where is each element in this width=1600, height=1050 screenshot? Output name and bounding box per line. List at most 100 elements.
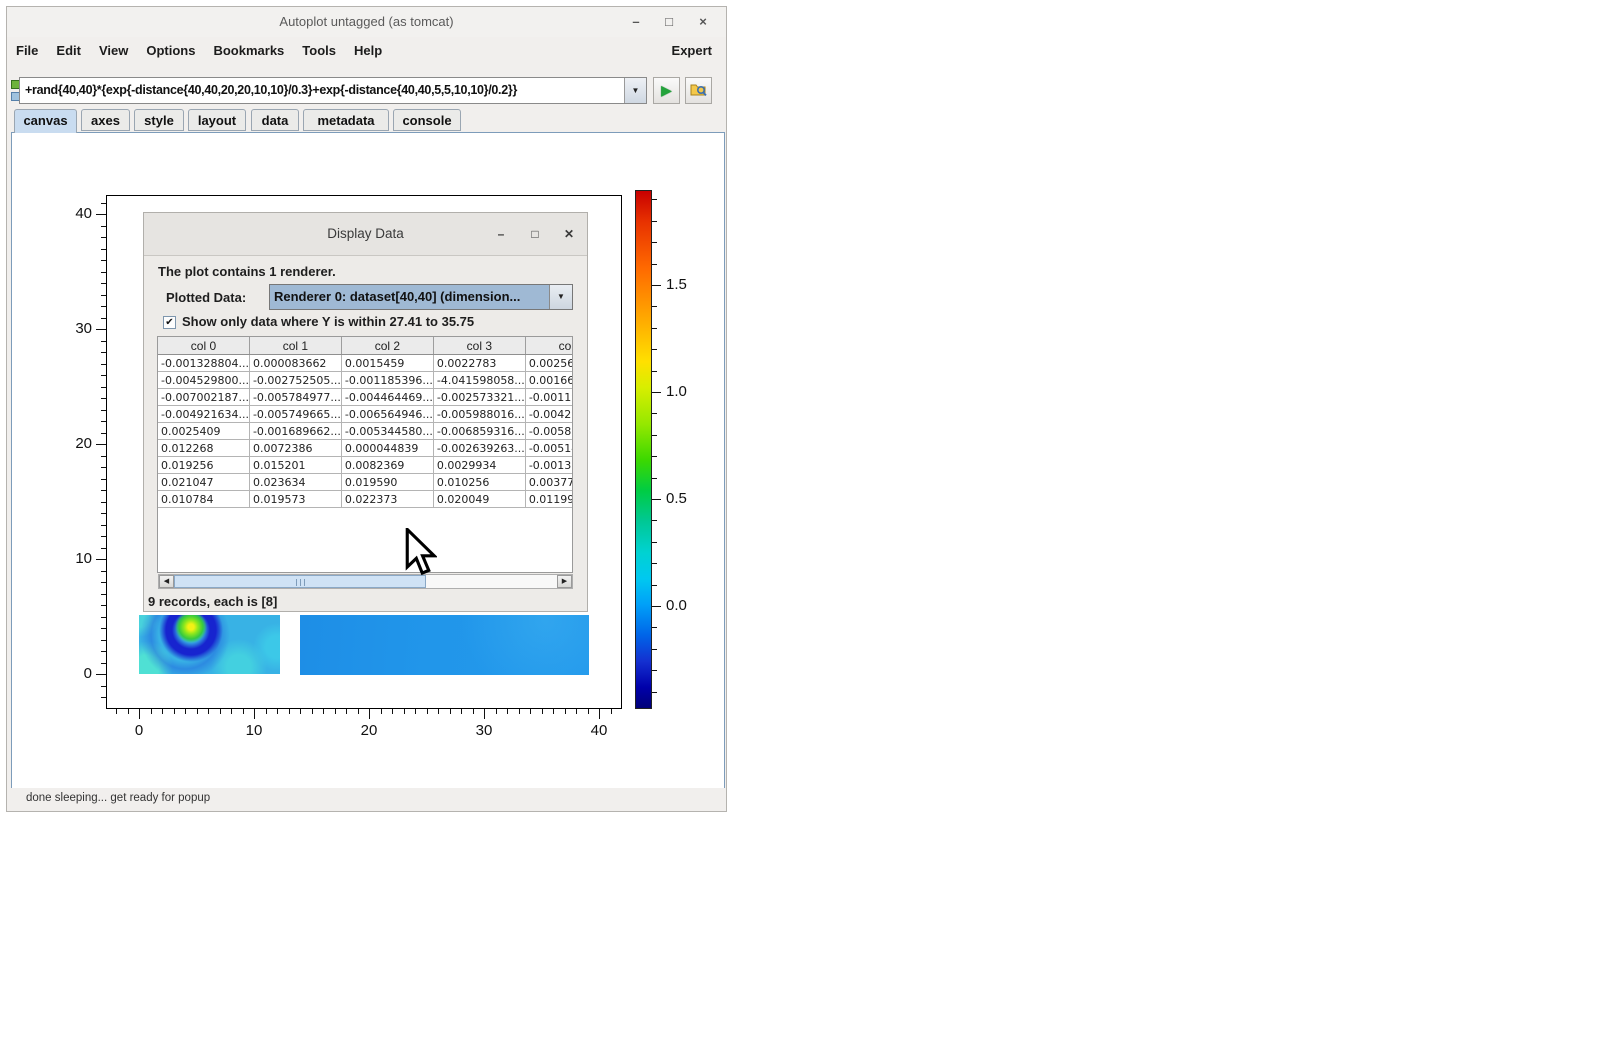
table-cell[interactable]: -0.005784977... — [249, 389, 341, 406]
table-cell[interactable]: 0.019590 — [341, 474, 433, 491]
column-header[interactable]: col 4 — [525, 337, 573, 355]
table-cell[interactable]: 0.0029934 — [433, 457, 525, 474]
inspect-file-button[interactable] — [685, 77, 712, 104]
column-header[interactable]: col 0 — [158, 337, 249, 355]
table-hscrollbar[interactable]: ◀ ▶ — [158, 574, 573, 589]
table-row[interactable]: -0.001328804...0.0000836620.00154590.002… — [158, 355, 573, 372]
tab-layout[interactable]: layout — [188, 109, 246, 131]
maximize-icon[interactable]: □ — [661, 14, 677, 30]
menu-item-file[interactable]: File — [7, 43, 47, 58]
table-cell[interactable]: -0.006859316... — [433, 423, 525, 440]
table-cell[interactable]: -0.001689662... — [249, 423, 341, 440]
table-cell[interactable]: -0.005872606... — [525, 423, 573, 440]
uri-address-combobox[interactable]: +rand{40,40}*{exp{-distance{40,40,20,20,… — [19, 77, 647, 104]
table-cell[interactable]: -0.004464469... — [341, 389, 433, 406]
table-row[interactable]: 0.0192560.0152010.00823690.0029934-0.001… — [158, 457, 573, 474]
menu-item-view[interactable]: View — [90, 43, 137, 58]
dialog-maximize-icon[interactable]: □ — [527, 226, 543, 242]
column-header[interactable]: col 1 — [249, 337, 341, 355]
uri-expression[interactable]: +rand{40,40}*{exp{-distance{40,40,20,20,… — [25, 78, 624, 103]
go-button[interactable]: ▶ — [653, 77, 680, 104]
table-cell[interactable]: -0.004529800... — [158, 372, 249, 389]
tab-style[interactable]: style — [134, 109, 184, 131]
dialog-close-icon[interactable]: ✕ — [561, 226, 577, 242]
menu-item-edit[interactable]: Edit — [47, 43, 90, 58]
table-cell[interactable]: 0.0082369 — [341, 457, 433, 474]
data-table[interactable]: col 0col 1col 2col 3col 4col 5-0.0013288… — [157, 336, 573, 573]
table-cell[interactable]: 0.000044839 — [341, 440, 433, 457]
menu-item-tools[interactable]: Tools — [293, 43, 345, 58]
table-cell[interactable]: -0.007002187... — [158, 389, 249, 406]
table-cell[interactable]: 0.0015459 — [341, 355, 433, 372]
plot-canvas[interactable]: Display Data – □ ✕ The plot contains 1 r… — [11, 132, 725, 790]
filter-checkbox-label[interactable]: Show only data where Y is within 27.41 t… — [182, 314, 474, 329]
table-cell[interactable]: 0.020049 — [433, 491, 525, 508]
table-row[interactable]: 0.0107840.0195730.0223730.0200490.011997… — [158, 491, 573, 508]
table-cell[interactable]: 0.0022783 — [433, 355, 525, 372]
tab-axes[interactable]: axes — [81, 109, 130, 131]
colorbar-tick — [652, 221, 657, 222]
table-cell[interactable]: 0.019256 — [158, 457, 249, 474]
tab-canvas[interactable]: canvas — [14, 109, 77, 133]
scrollbar-thumb[interactable] — [174, 575, 426, 588]
table-row[interactable]: -0.007002187...-0.005784977...-0.0044644… — [158, 389, 573, 406]
table-cell[interactable]: 0.010256 — [433, 474, 525, 491]
tab-data[interactable]: data — [251, 109, 299, 131]
table-row[interactable]: 0.0122680.00723860.000044839-0.002639263… — [158, 440, 573, 457]
table-cell[interactable]: -0.001185396... — [341, 372, 433, 389]
table-row[interactable]: 0.0210470.0236340.0195900.0102560.003772… — [158, 474, 573, 491]
plotted-data-dropdown-button[interactable]: ▼ — [549, 285, 572, 309]
table-cell[interactable]: -0.001199077... — [525, 389, 573, 406]
table-cell[interactable]: 0.011997 — [525, 491, 573, 508]
table-cell[interactable]: -0.004921634... — [158, 406, 249, 423]
window-titlebar[interactable]: Autoplot untagged (as tomcat) – □ × — [7, 7, 726, 38]
column-header[interactable]: col 3 — [433, 337, 525, 355]
minimize-icon[interactable]: – — [628, 14, 644, 30]
table-row[interactable]: -0.004529800...-0.002752505...-0.0011853… — [158, 372, 573, 389]
menu-item-bookmarks[interactable]: Bookmarks — [204, 43, 293, 58]
table-cell[interactable]: -0.001328804... — [158, 355, 249, 372]
tab-metadata[interactable]: metadata — [303, 109, 389, 131]
table-cell[interactable]: -0.005146240... — [525, 440, 573, 457]
table-row[interactable]: -0.004921634...-0.005749665...-0.0065649… — [158, 406, 573, 423]
table-cell[interactable]: -4.041598058... — [433, 372, 525, 389]
table-cell[interactable]: -0.002639263... — [433, 440, 525, 457]
menu-item-expert[interactable]: Expert — [672, 43, 726, 58]
scroll-right-button[interactable]: ▶ — [557, 575, 572, 588]
dialog-minimize-icon[interactable]: – — [493, 226, 509, 242]
tab-console[interactable]: console — [393, 109, 461, 131]
table-cell[interactable]: 0.021047 — [158, 474, 249, 491]
table-cell[interactable]: 0.019573 — [249, 491, 341, 508]
table-cell[interactable]: 0.015201 — [249, 457, 341, 474]
table-cell[interactable]: 0.012268 — [158, 440, 249, 457]
table-cell[interactable]: -0.002573321... — [433, 389, 525, 406]
table-cell[interactable]: -0.004294298... — [525, 406, 573, 423]
menu-item-help[interactable]: Help — [345, 43, 391, 58]
table-cell[interactable]: 0.0016608 — [525, 372, 573, 389]
column-header[interactable]: col 2 — [341, 337, 433, 355]
table-cell[interactable]: 0.0037721 — [525, 474, 573, 491]
table-cell[interactable]: -0.005988016... — [433, 406, 525, 423]
filter-checkbox[interactable]: ✔ — [163, 316, 176, 329]
scroll-left-button[interactable]: ◀ — [159, 575, 174, 588]
x-axis-tick — [404, 709, 405, 714]
table-cell[interactable]: 0.023634 — [249, 474, 341, 491]
table-cell[interactable]: -0.002752505... — [249, 372, 341, 389]
dialog-titlebar[interactable]: Display Data – □ ✕ — [144, 213, 587, 256]
table-cell[interactable]: 0.0072386 — [249, 440, 341, 457]
table-row[interactable]: 0.0025409-0.001689662...-0.005344580...-… — [158, 423, 573, 440]
menu-item-options[interactable]: Options — [137, 43, 204, 58]
uri-dropdown-button[interactable]: ▼ — [624, 78, 646, 103]
table-cell[interactable]: -0.006564946... — [341, 406, 433, 423]
table-cell[interactable]: 0.0025409 — [158, 423, 249, 440]
table-cell[interactable]: -0.005749665... — [249, 406, 341, 423]
close-icon[interactable]: × — [695, 14, 711, 30]
table-cell[interactable]: 0.022373 — [341, 491, 433, 508]
table-cell[interactable]: 0.010784 — [158, 491, 249, 508]
table-cell[interactable]: -0.005344580... — [341, 423, 433, 440]
table-cell[interactable]: 0.000083662 — [249, 355, 341, 372]
table-cell[interactable]: 0.0025660 — [525, 355, 573, 372]
table-cell[interactable]: -0.001333864... — [525, 457, 573, 474]
plotted-data-combobox[interactable]: Renderer 0: dataset[40,40] (dimension...… — [269, 284, 573, 310]
y-axis-tick — [101, 203, 106, 204]
